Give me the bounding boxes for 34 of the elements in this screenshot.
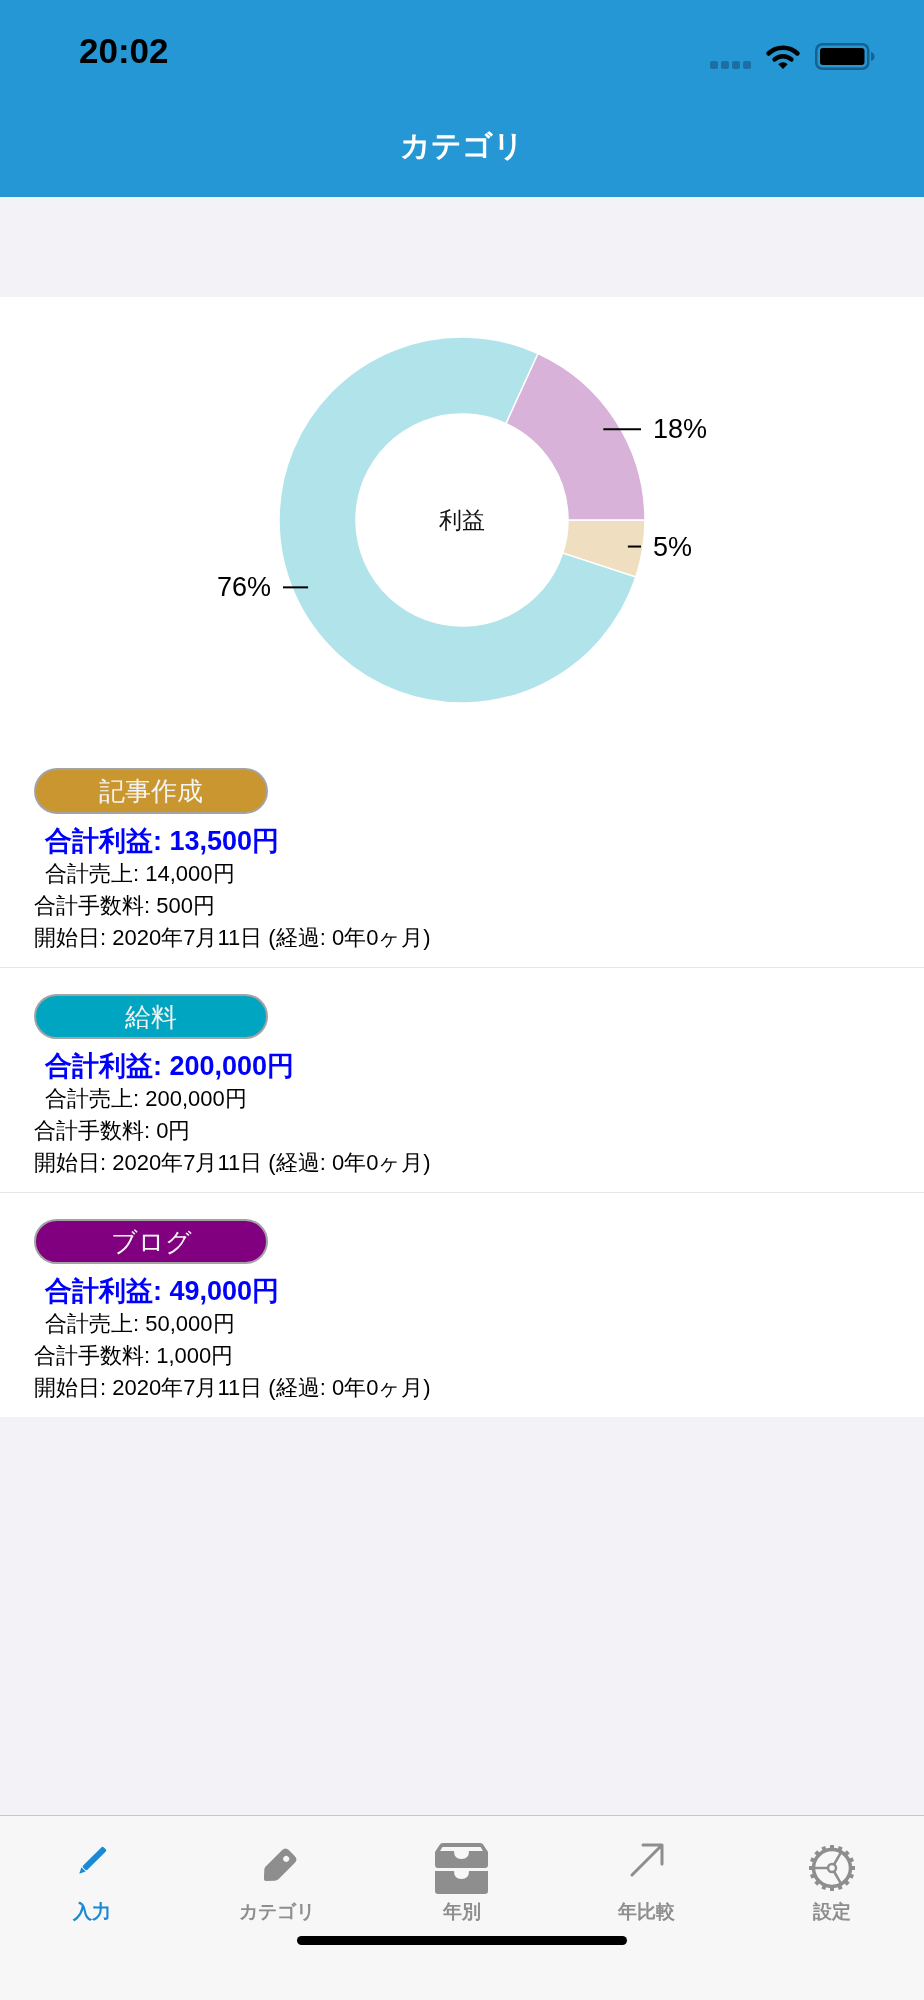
- total-fees: 合計手数料: 0円: [34, 1117, 191, 1145]
- tab[interactable]: 年比較: [554, 1842, 740, 1924]
- signal-dots-icon: [710, 60, 751, 69]
- total-sales: 合計売上: 50,000円: [45, 1310, 235, 1338]
- total-sales: 合計売上: 200,000円: [45, 1085, 247, 1113]
- screen-title: カテゴリ: [400, 131, 524, 161]
- total-fees: 合計手数料: 500円: [34, 892, 215, 920]
- wifi-icon: [765, 42, 801, 70]
- leader-line: [282, 586, 310, 589]
- tab[interactable]: 年別: [369, 1842, 555, 1924]
- battery-icon: [815, 42, 875, 70]
- leader-line: [626, 545, 642, 548]
- total-profit: 合計利益: 13,500円: [45, 825, 280, 858]
- category-badge: 給料: [34, 994, 268, 1039]
- status-time: 20:02: [79, 32, 169, 68]
- tray-icon: [434, 1842, 490, 1895]
- tab[interactable]: 入力: [0, 1842, 185, 1924]
- start-date: 開始日: 2020年7月11日 (経過: 0年0ヶ月): [34, 1149, 431, 1177]
- total-profit: 合計利益: 200,000円: [45, 1050, 295, 1083]
- total-profit: 合計利益: 49,000円: [45, 1275, 280, 1308]
- start-date: 開始日: 2020年7月11日 (経過: 0年0ヶ月): [34, 1374, 431, 1402]
- category-badge: ブログ: [34, 1219, 268, 1264]
- percent-label: 76%: [216, 572, 271, 603]
- tab[interactable]: 設定: [739, 1842, 924, 1924]
- percent-label: 18%: [653, 414, 708, 445]
- total-fees: 合計手数料: 1,000円: [34, 1342, 234, 1370]
- tab[interactable]: カテゴリ: [184, 1842, 370, 1924]
- category-badge: 記事作成: [34, 768, 268, 814]
- arrow-icon: [628, 1842, 665, 1878]
- leader-line: [602, 428, 642, 431]
- percent-label: 5%: [653, 531, 693, 562]
- start-date: 開始日: 2020年7月11日 (経過: 0年0ヶ月): [34, 924, 431, 952]
- total-sales: 合計売上: 14,000円: [45, 860, 235, 888]
- chart-center-label: 利益: [439, 507, 485, 533]
